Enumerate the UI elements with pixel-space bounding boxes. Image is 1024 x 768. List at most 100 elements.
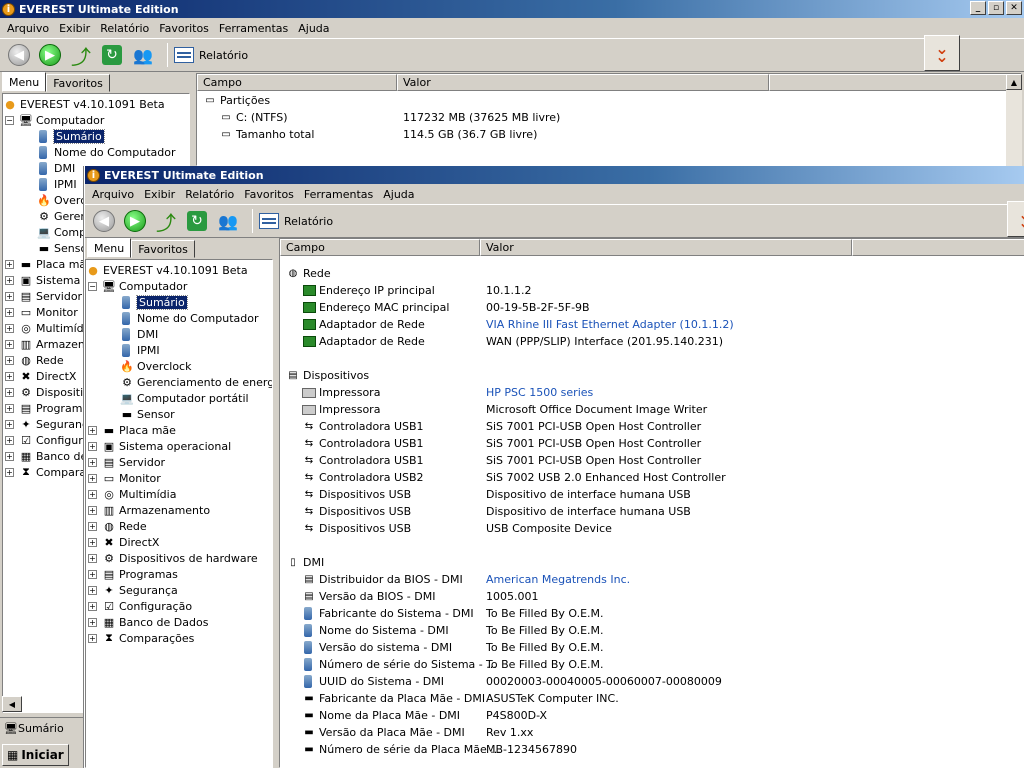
tree-item[interactable]: + ▣ Sistema o [5,272,91,288]
expand-icon[interactable]: + [88,569,97,579]
grid-row[interactable]: ▬ Fabricante da Placa Mãe - DMI ASUSTeK Co… [302,690,1002,707]
col-valor[interactable]: Valor [397,74,769,91]
tree-item[interactable]: + ✦ Seguranç [5,416,88,432]
tree-item[interactable]: + ◎ Multimídia [5,320,93,336]
tree-item[interactable]: Nome do Computador [37,144,176,160]
dropdown-chevron-button[interactable]: ⌄⌄ [924,35,960,71]
restore-button[interactable]: ▫ [988,1,1004,15]
menu-exibir[interactable]: Exibir [54,22,95,35]
expand-icon[interactable]: + [88,425,97,435]
tree-item[interactable]: ▬ Sensor [120,406,175,422]
expand-icon[interactable]: + [88,617,97,627]
grid-row[interactable]: Impressora HP PSC 1500 series [302,384,1002,401]
grid-row[interactable]: ⇆ Controladora USB1 SiS 7001 PCI-USB Open … [302,435,1002,452]
grid-row[interactable]: Nome do Sistema - DMI To Be Filled By O.E… [302,622,1002,639]
close-button[interactable]: ✕ [1006,1,1022,15]
expand-icon[interactable]: + [88,505,97,515]
tab-favoritos[interactable]: Favoritos [46,74,110,92]
tree-item[interactable]: ▬ Senso [37,240,87,256]
tree-item[interactable]: 💻 Comp [37,224,86,240]
grid-row[interactable]: ⇆ Dispositivos USB Dispositivo de interfac… [302,486,1002,503]
grid-row[interactable]: ▭ Tamanho total 114.5 GB (36.7 GB livre) [219,126,919,143]
scroll-left-button[interactable]: ◀ [2,696,22,712]
grid-row[interactable]: Endereço IP principal 10.1.1.2 [302,282,1002,299]
expand-icon[interactable]: + [5,451,14,461]
grid-row[interactable]: ▬ Nome da Placa Mãe - DMI P4S800D-X [302,707,1002,724]
grid-row[interactable]: Fabricante do Sistema - DMI To Be Filled … [302,605,1002,622]
expand-icon[interactable]: + [88,553,97,563]
menu-arquivo[interactable]: Arquivo [2,22,54,35]
menu-arquivo[interactable]: Arquivo [87,188,139,201]
tree-item[interactable]: + ▤ Programa [5,400,89,416]
grid-row[interactable]: Adaptador de Rede WAN (PPP/SLIP) Interfac… [302,333,1002,350]
menu-ferramentas[interactable]: Ferramentas [214,22,293,35]
menu-ajuda[interactable]: Ajuda [293,22,334,35]
refresh-button[interactable]: ↻ [184,208,210,234]
report-button[interactable]: Relatório [259,213,333,229]
grid-row[interactable]: Adaptador de Rede VIA Rhine III Fast Ethe… [302,316,1002,333]
col-campo[interactable]: Campo [197,74,397,91]
grid-row[interactable]: Versão do sistema - DMI To Be Filled By O… [302,639,1002,656]
report-button[interactable]: Relatório [174,47,248,63]
menu-ferramentas[interactable]: Ferramentas [299,188,378,201]
back-button[interactable]: ◀ [91,208,117,234]
expand-icon[interactable]: + [88,521,97,531]
tree-item[interactable]: + ▣ Sistema operacional [88,438,231,454]
back-button[interactable]: ◀ [6,42,32,68]
grid-row[interactable]: ⇆ Controladora USB1 SiS 7001 PCI-USB Open … [302,452,1002,469]
back-title-bar[interactable]: i EVEREST Ultimate Edition _ ▫ ✕ [0,0,1024,18]
tree-item[interactable]: + ▬ Placa mãe [5,256,93,272]
minimize-button[interactable]: _ [970,1,986,15]
tree-item[interactable]: DMI [37,160,75,176]
tree-item[interactable]: + ▭ Monitor [5,304,78,320]
col-extra[interactable] [769,74,1009,91]
start-button[interactable]: ▦ Iniciar [2,743,69,766]
grid-row[interactable]: ⇆ Dispositivos USB Dispositivo de interfac… [302,503,1002,520]
front-title-bar[interactable]: i EVEREST Ultimate Edition [85,166,1024,184]
expand-icon[interactable]: + [5,403,14,413]
expand-icon[interactable]: + [88,537,97,547]
tree-item[interactable]: + ▥ Armazena [5,336,92,352]
grid-row[interactable]: ▬ Versão da Placa Mãe - DMI Rev 1.xx [302,724,1002,741]
grid-row[interactable]: Impressora Microsoft Office Document Imag… [302,401,1002,418]
forward-button[interactable]: ▶ [122,208,148,234]
tree-item[interactable]: + ☑ Configura [5,432,90,448]
tree-item[interactable]: + ◍ Rede [5,352,64,368]
expand-icon[interactable]: + [88,601,97,611]
up-button[interactable]: ⤴ [68,42,94,69]
grid-row[interactable]: ⇆ Controladora USB2 SiS 7002 USB 2.0 Enhan… [302,469,1002,486]
tree-item[interactable]: Sumário [37,128,105,144]
expand-icon[interactable]: + [5,307,14,317]
tree-item[interactable]: + ◍ Rede [88,518,147,534]
expand-icon[interactable]: + [5,259,14,269]
tree-item[interactable]: + ▥ Armazenamento [88,502,210,518]
tree-item[interactable]: IPMI [37,176,77,192]
expand-icon[interactable]: + [5,291,14,301]
expand-icon[interactable]: + [88,633,97,643]
tree-item[interactable]: + ✖ DirectX [5,368,76,384]
tree-item[interactable]: + ✦ Segurança [88,582,178,598]
tree-item[interactable]: 💻 Computador portátil [120,390,248,406]
tree-item[interactable]: + ▤ Servidor [88,454,165,470]
tree-item[interactable]: + ▦ Banco de [5,448,87,464]
col-valor[interactable]: Valor [480,239,852,256]
tree-item[interactable]: + ⚙ Dispositivos de hardware [88,550,258,566]
tree-item[interactable]: + ☑ Configuração [88,598,192,614]
tree-item[interactable]: + ⧗ Compara [5,464,86,480]
back-vertical-scrollbar[interactable]: ▲ [1006,74,1022,166]
tree-item[interactable]: + ▤ Servidor [5,288,82,304]
tree-item[interactable]: IPMI [120,342,160,358]
tab-favoritos[interactable]: Favoritos [131,240,195,258]
tree-item[interactable]: Sumário [120,294,188,310]
expand-icon[interactable]: + [88,489,97,499]
tree-item[interactable]: + ✖ DirectX [88,534,159,550]
tree-item[interactable]: DMI [120,326,158,342]
grid-row[interactable]: UUID do Sistema - DMI 00020003-00040005-0… [302,673,1002,690]
grid-row[interactable]: ▬ Número de série da Placa Mãe ... MB-1234… [302,741,1002,758]
expand-icon[interactable]: + [5,467,14,477]
expand-icon[interactable]: + [5,435,14,445]
expand-icon[interactable]: + [88,585,97,595]
expand-icon[interactable]: + [88,441,97,451]
menu-relatorio[interactable]: Relatório [95,22,154,35]
tab-menu[interactable]: Menu [87,238,132,258]
